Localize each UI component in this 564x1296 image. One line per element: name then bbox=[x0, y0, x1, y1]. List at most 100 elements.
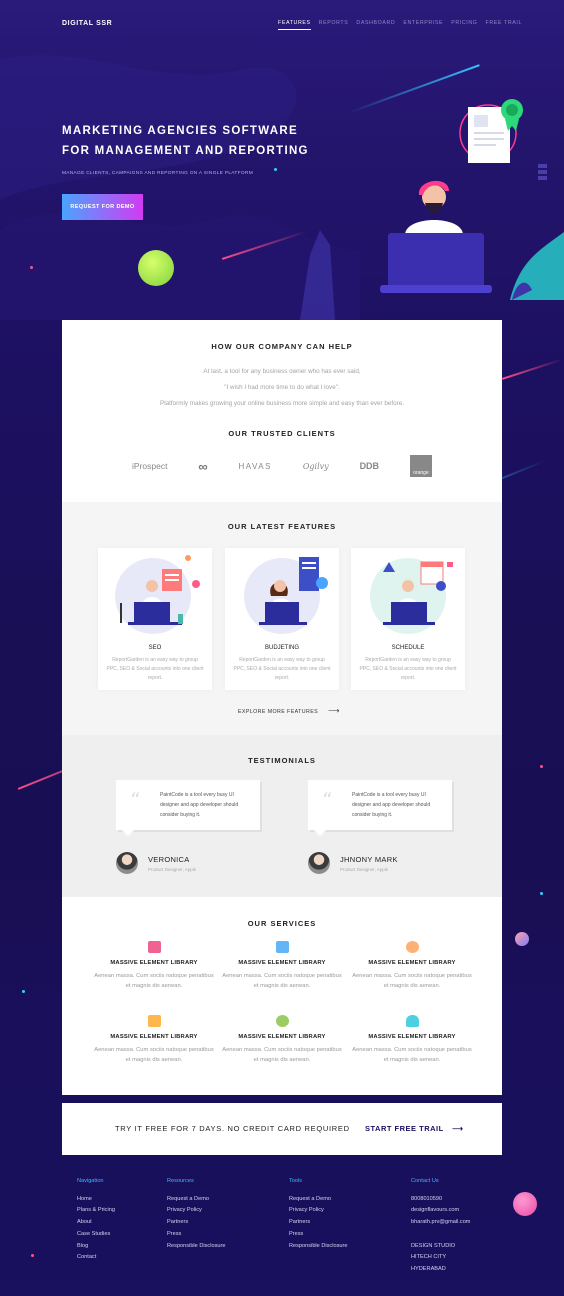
seo-illustration bbox=[115, 555, 200, 634]
footer-link[interactable]: Privacy Policy bbox=[289, 1205, 347, 1217]
nav-free-trail[interactable]: FREE TRAIL bbox=[485, 20, 522, 30]
features-title: OUR LATEST FEATURES bbox=[227, 522, 337, 531]
feature-card-budjeting[interactable]: BUDJETING ReportGarden is an easy way to… bbox=[225, 548, 339, 690]
star-dot bbox=[30, 266, 33, 269]
contact-address: HITECH CITY bbox=[411, 1254, 447, 1261]
footer-tools: Tools Request a Demo Privacy Policy Part… bbox=[289, 1176, 347, 1252]
nav-reports[interactable]: REPORTS bbox=[319, 20, 349, 30]
bell-icon bbox=[405, 1015, 419, 1027]
client-logo-iprospect: iProspect bbox=[132, 461, 168, 471]
quote-text: PaintCode is a tool every busy UI design… bbox=[160, 792, 239, 818]
star-dot bbox=[274, 168, 277, 171]
footer-link[interactable]: Plans & Pricing bbox=[77, 1205, 115, 1217]
feature-card-seo[interactable]: SEO ReportGarden is an easy way to group… bbox=[98, 548, 212, 690]
hero-title: MARKETING AGENCIES SOFTWARE FOR MANAGEME… bbox=[62, 121, 362, 161]
testimonial-name: JHNONY MARK bbox=[340, 855, 398, 864]
footer-link[interactable]: Responsible Disclosure bbox=[289, 1241, 347, 1253]
hero-title-line: MARKETING AGENCIES SOFTWARE bbox=[62, 125, 298, 137]
service-title: MASSIVE ELEMENT LIBRARY bbox=[110, 960, 198, 966]
contact-email[interactable]: bharath.prv@gmail.com bbox=[411, 1217, 470, 1229]
trial-cta-label: START FREE TRAIL bbox=[365, 1124, 444, 1133]
service-title: MASSIVE ELEMENT LIBRARY bbox=[238, 960, 326, 966]
arrow-right-icon: ⟶ bbox=[328, 706, 340, 715]
client-logo-ogilvy: Ogilvy bbox=[302, 461, 329, 471]
help-line: At last, a tool for any business owner w… bbox=[203, 368, 361, 375]
building-icon bbox=[147, 1015, 161, 1027]
logo[interactable]: DIGITAL SSR bbox=[62, 20, 112, 27]
feature-desc: ReportGarden is an easy way to group PPC… bbox=[106, 657, 204, 681]
service-title: MASSIVE ELEMENT LIBRARY bbox=[368, 1034, 456, 1040]
footer-link[interactable]: Partners bbox=[167, 1217, 225, 1229]
footer-link[interactable]: Partners bbox=[289, 1217, 347, 1229]
service-desc: Aenean massa. Cum sociis natoque penatib… bbox=[352, 973, 472, 989]
service-desc: Aenean massa. Cum sociis natoque penatib… bbox=[94, 973, 214, 989]
trial-text: TRY IT FREE FOR 7 DAYS. NO CREDIT CARD R… bbox=[115, 1124, 350, 1133]
footer-link[interactable]: Home bbox=[77, 1194, 115, 1206]
footer-heading: Resources bbox=[167, 1178, 194, 1184]
help-line: Platformly makes growing your online bus… bbox=[160, 400, 404, 407]
start-free-trail-link[interactable]: START FREE TRAIL ⟶ bbox=[365, 1124, 463, 1133]
bag-icon bbox=[147, 941, 161, 953]
planet-green bbox=[138, 250, 174, 286]
footer-link[interactable]: Request a Demo bbox=[167, 1194, 225, 1206]
service-title: MASSIVE ELEMENT LIBRARY bbox=[368, 960, 456, 966]
service-item: MASSIVE ELEMENT LIBRARY Aenean massa. Cu… bbox=[352, 941, 472, 991]
contact-phone[interactable]: 8008010590 bbox=[411, 1194, 470, 1206]
star-dot bbox=[22, 990, 25, 993]
footer-link[interactable]: Responsible Disclosure bbox=[167, 1241, 225, 1253]
service-item: MASSIVE ELEMENT LIBRARY Aenean massa. Cu… bbox=[352, 1015, 472, 1065]
client-logos: iProspect ∞ HAVAS Ogilvy DDB orange bbox=[132, 455, 432, 477]
feature-title: BUDJETING bbox=[264, 645, 299, 651]
testimonial-quote: “ PaintCode is a tool every busy UI desi… bbox=[116, 780, 260, 836]
feature-desc: ReportGarden is an easy way to group PPC… bbox=[359, 657, 457, 681]
hero-subtitle: MANAGE CLIENTS, CAMPAIGNS AND REPORTING … bbox=[62, 171, 253, 176]
service-desc: Aenean massa. Cum sociis natoque penatib… bbox=[352, 1047, 472, 1063]
feature-title: SCHEDULE bbox=[391, 645, 425, 651]
service-desc: Aenean massa. Cum sociis natoque penatib… bbox=[94, 1047, 214, 1063]
help-line: "I wish I had more time to do what I lov… bbox=[224, 384, 340, 391]
star-dot bbox=[540, 892, 543, 895]
service-item: MASSIVE ELEMENT LIBRARY Aenean massa. Cu… bbox=[94, 941, 214, 991]
footer-contact: Contact Us 8008010590 designflavours.com… bbox=[411, 1176, 470, 1276]
nav-dashboard[interactable]: DASHBOARD bbox=[356, 20, 395, 30]
main-nav: FEATURES REPORTS DASHBOARD ENTERPRISE PR… bbox=[278, 20, 522, 30]
service-title: MASSIVE ELEMENT LIBRARY bbox=[238, 1034, 326, 1040]
client-logo-havas: HAVAS bbox=[238, 461, 272, 471]
contact-spacer bbox=[411, 1229, 470, 1241]
planet-pink bbox=[513, 1192, 537, 1216]
footer-link[interactable]: Blog bbox=[77, 1241, 115, 1253]
testimonial-quote: “ PaintCode is a tool every busy UI desi… bbox=[308, 780, 452, 836]
star-dot bbox=[31, 1254, 34, 1257]
globe-icon bbox=[405, 941, 419, 953]
request-demo-button[interactable]: REQUEST FOR DEMO bbox=[62, 194, 143, 220]
footer-link[interactable]: Request a Demo bbox=[289, 1194, 347, 1206]
feature-title: SEO bbox=[148, 645, 162, 651]
hero-illustration bbox=[380, 99, 523, 293]
feature-card-schedule[interactable]: SCHEDULE ReportGarden is an easy way to … bbox=[351, 548, 465, 690]
footer-link[interactable]: Press bbox=[289, 1229, 347, 1241]
avatar bbox=[116, 852, 138, 874]
testimonials-title: TESTIMONIALS bbox=[248, 756, 316, 765]
side-menu-icon[interactable] bbox=[538, 164, 547, 184]
footer-link[interactable]: Contact bbox=[77, 1252, 115, 1264]
nav-enterprise[interactable]: ENTERPRISE bbox=[403, 20, 443, 30]
avatar bbox=[308, 852, 330, 874]
service-desc: Aenean massa. Cum sociis natoque penatib… bbox=[222, 1047, 342, 1063]
feature-desc: ReportGarden is an easy way to group PPC… bbox=[233, 657, 331, 681]
contact-website[interactable]: designflavours.com bbox=[411, 1205, 470, 1217]
footer-heading: Contact Us bbox=[411, 1178, 439, 1184]
testimonial-name: VERONICA bbox=[148, 855, 190, 864]
service-item: MASSIVE ELEMENT LIBRARY Aenean massa. Cu… bbox=[222, 941, 342, 991]
footer-link[interactable]: Case Studies bbox=[77, 1229, 115, 1241]
nav-features[interactable]: FEATURES bbox=[278, 20, 311, 30]
trial-banner: TRY IT FREE FOR 7 DAYS. NO CREDIT CARD R… bbox=[62, 1103, 502, 1155]
nav-pricing[interactable]: PRICING bbox=[451, 20, 477, 30]
testimonial-role: Product Designer, Apple bbox=[148, 867, 197, 872]
footer-link[interactable]: Privacy Policy bbox=[167, 1205, 225, 1217]
quote-icon: “ bbox=[130, 788, 141, 812]
services-title: OUR SERVICES bbox=[247, 919, 317, 928]
mail-icon bbox=[275, 941, 289, 953]
footer-link[interactable]: About bbox=[77, 1217, 115, 1229]
footer-link[interactable]: Press bbox=[167, 1229, 225, 1241]
explore-features-link[interactable]: EXPLORE MORE FEATURES ⟶ bbox=[238, 706, 340, 715]
